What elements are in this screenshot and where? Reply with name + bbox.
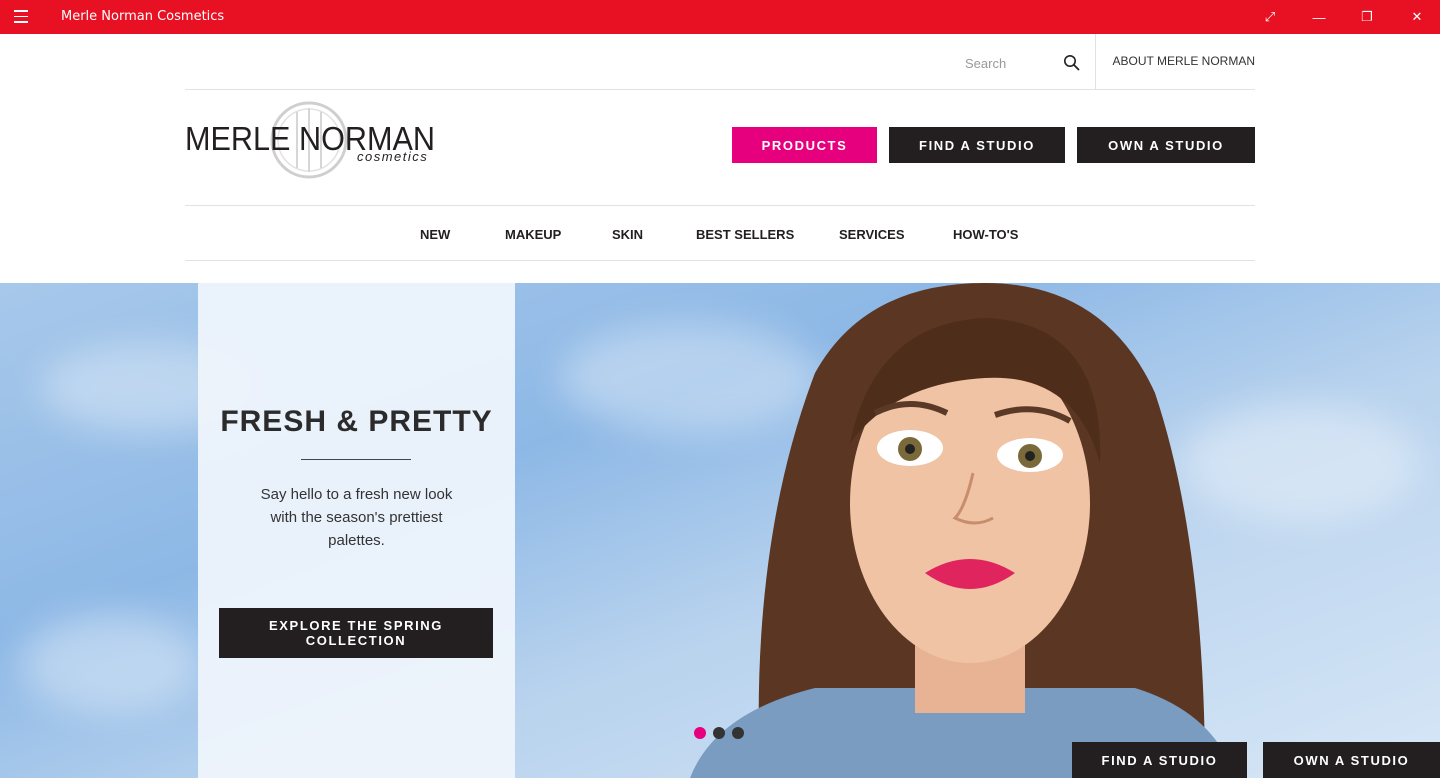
products-button[interactable]: PRODUCTS: [732, 127, 877, 163]
carousel-dot-3[interactable]: [732, 727, 744, 739]
carousel-dot-2[interactable]: [713, 727, 725, 739]
carousel-dot-1[interactable]: [694, 727, 706, 739]
nav-item-services[interactable]: SERVICES: [839, 227, 905, 242]
floating-own-studio-button[interactable]: OWN A STUDIO: [1263, 742, 1440, 778]
nav-item-skin[interactable]: SKIN: [612, 227, 643, 242]
carousel-dots: [694, 727, 744, 739]
app-title: Merle Norman Cosmetics: [61, 9, 225, 24]
hero-title: FRESH & PRETTY: [220, 405, 493, 438]
hero-text-panel: FRESH & PRETTY Say hello to a fresh new …: [198, 283, 515, 778]
utility-bar: ABOUT MERLE NORMAN: [185, 34, 1255, 90]
utility-divider: [1095, 34, 1096, 90]
search-input[interactable]: [965, 52, 1055, 74]
hero-description: Say hello to a fresh new look with the s…: [260, 486, 453, 549]
nav-item-makeup[interactable]: MAKEUP: [505, 227, 561, 242]
logo-subtitle: cosmetics: [357, 149, 428, 164]
nav-item-how-tos[interactable]: HOW-TO'S: [953, 227, 1018, 242]
hero-carousel: FRESH & PRETTY Say hello to a fresh new …: [0, 283, 1440, 778]
main-nav: NEW MAKEUP SKIN BEST SELLERS SERVICES HO…: [185, 205, 1255, 261]
nav-item-new[interactable]: NEW: [420, 227, 450, 242]
nav-item-best-sellers[interactable]: BEST SELLERS: [696, 227, 794, 242]
hero-divider: [301, 459, 411, 460]
restore-icon[interactable]: ❐: [1344, 0, 1390, 34]
sky-cloud: [20, 613, 200, 713]
about-link[interactable]: ABOUT MERLE NORMAN: [1113, 54, 1255, 68]
search-icon[interactable]: [1063, 54, 1081, 72]
hamburger-menu-icon[interactable]: [14, 10, 34, 24]
title-bar: Merle Norman Cosmetics ⤢ — ❐ ✕: [0, 0, 1440, 34]
fullscreen-icon[interactable]: ⤢: [1247, 0, 1293, 34]
own-studio-button[interactable]: OWN A STUDIO: [1077, 127, 1255, 163]
minimize-icon[interactable]: —: [1296, 0, 1342, 34]
hero-model-image: [690, 283, 1235, 778]
explore-spring-collection-button[interactable]: EXPLORE THE SPRING COLLECTION: [219, 608, 493, 658]
merle-norman-logo[interactable]: MERLE NORMAN cosmetics: [185, 100, 445, 180]
floating-find-studio-button[interactable]: FIND A STUDIO: [1072, 742, 1247, 778]
close-icon[interactable]: ✕: [1394, 0, 1440, 34]
find-studio-button[interactable]: FIND A STUDIO: [889, 127, 1065, 163]
